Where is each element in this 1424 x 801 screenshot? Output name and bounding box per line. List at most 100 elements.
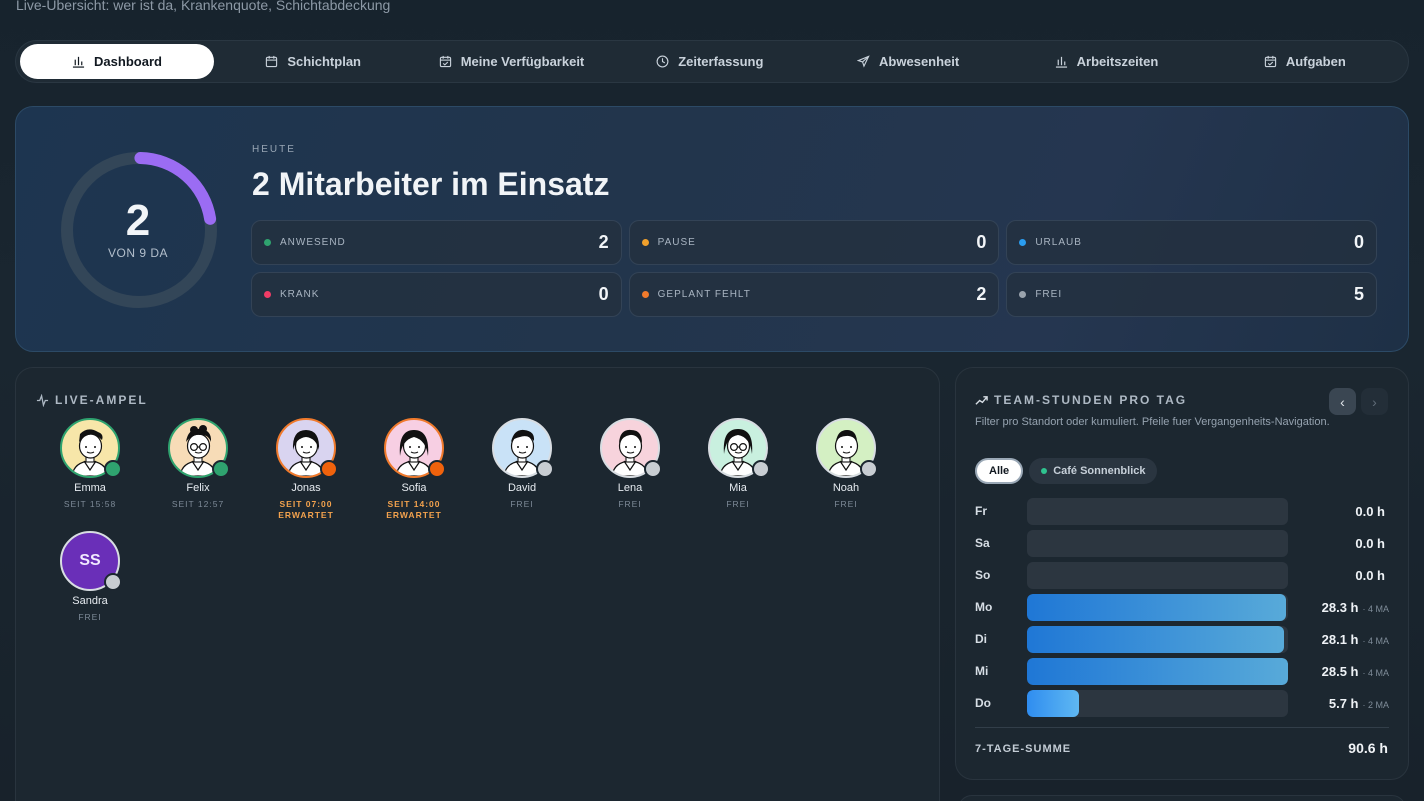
clock-icon [656,55,669,68]
person-status: SEIT 14:00 ERWARTET [386,499,442,520]
tab-label: Abwesenheit [879,54,960,69]
tab-schichtplan[interactable]: Schichtplan [214,44,412,79]
location-dot [1041,468,1048,474]
avatar [600,418,662,478]
team-hours-panel: TEAM-STUNDEN PRO TAG Filter pro Standort… [955,367,1409,780]
stat-geplant-fehlt: GEPLANT FEHLT 2 [628,272,1000,317]
person-mia[interactable]: Mia FREI [684,418,792,521]
avatar-initials: SS [79,552,101,569]
stat-value: 0 [976,232,987,252]
location-filters: Alle Café Sonnenblick [975,458,1158,484]
person-jonas[interactable]: Jonas SEIT 07:00 ERWARTET [252,418,360,521]
day-row: So 0.0 h [975,559,1389,591]
status-dot [641,291,649,298]
tab-abwesenheit[interactable]: Abwesenheit [809,44,1007,79]
stat-label: PAUSE [657,237,696,248]
stat-label: KRANK [280,289,320,300]
avatar [384,418,446,478]
status-dot [264,239,271,246]
person-sandra[interactable]: SS Sandra FREI [36,531,144,623]
stat-value: 0 [598,284,609,304]
people-grid: Emma SEIT 15:58 Felix SEIT 12:57 Jonas SEIT 0… [36,418,916,623]
stat-label: URLAUB [1035,237,1082,248]
tab-zeiterfassung[interactable]: Zeiterfassung [611,44,809,79]
person-lena[interactable]: Lena FREI [576,418,684,521]
hours-text: 0.0 h [1355,503,1385,519]
avatar: SS [60,531,122,591]
trending-up-icon [975,395,988,405]
person-noah[interactable]: Noah FREI [792,418,900,521]
hours-bar [1027,689,1080,717]
tab-label: Zeiterfassung [678,54,764,69]
filter-location[interactable]: Café Sonnenblick [1029,458,1158,484]
calendar-icon [265,55,278,68]
live-ampel-title-text: LIVE-AMPEL [55,393,148,407]
filter-label: Alle [989,465,1010,477]
stat-value: 5 [1353,284,1364,304]
stat-value: 0 [1353,232,1364,252]
person-david[interactable]: David FREI [468,418,576,521]
person-status: SEIT 07:00 ERWARTET [278,499,334,520]
hours-bar [1027,625,1285,653]
hours-bar [1027,593,1287,621]
hours-bar-track [1027,497,1288,525]
day-row: Sa 0.0 h [975,527,1389,559]
status-stats: ANWESEND 2 PAUSE 0 URLAUB 0 KRANK 0 GEPLANT FEHL… [251,220,1377,317]
tab-aufgaben[interactable]: Aufgaben [1206,44,1404,79]
person-status: FREI [618,499,642,509]
sum-value: 90.6 h [1348,740,1388,756]
team-hours-title-text: TEAM-STUNDEN PRO TAG [994,393,1188,407]
person-sofia[interactable]: Sofia SEIT 14:00 ERWARTET [360,418,468,521]
day-row: Mo 28.3 h · 4 MA [975,591,1389,623]
person-name: Sandra [72,595,108,607]
status-dot [1019,291,1027,298]
person-name: Emma [74,482,106,494]
tab-meine-verfügbarkeit[interactable]: Meine Verfügbarkeit [412,44,610,79]
stat-pause: PAUSE 0 [628,220,1000,265]
calendar-check-icon [1264,55,1277,68]
staff-count: · 2 MA [1362,699,1389,710]
tab-dashboard[interactable]: Dashboard [20,44,214,79]
stat-frei: FREI 5 [1006,272,1377,317]
staff-count: · 4 MA [1362,603,1389,614]
status-dot [641,239,649,246]
person-status: FREI [78,612,102,622]
day-row: Di 28.1 h · 4 MA [975,623,1389,655]
person-status: FREI [834,499,858,509]
stat-label: ANWESEND [280,237,346,248]
person-emma[interactable]: Emma SEIT 15:58 [36,418,144,521]
team-hours-bars: Fr 0.0 h Sa 0.0 h So 0.0 h Mo 28.3 h · 4 MA Di 28.… [975,495,1389,719]
person-status: FREI [726,499,750,509]
person-felix[interactable]: Felix SEIT 12:57 [144,418,252,521]
hours-text: 0.0 h [1355,535,1385,551]
plane-icon [857,55,870,68]
next-week-button[interactable]: › [1361,388,1388,415]
hours-bar-track [1027,593,1288,621]
person-name: Felix [186,482,210,494]
staff-count: · 4 MA [1362,635,1389,646]
prev-week-button[interactable]: ‹ [1329,388,1356,415]
hours-text: 28.5 h [1321,663,1359,679]
avatar [708,418,770,478]
stat-label: FREI [1035,289,1063,300]
status-indicator [320,460,338,478]
page-subtitle: Live-Übersicht: wer ist da, Krankenquote… [16,0,391,13]
divider [975,727,1389,728]
person-name: Sofia [401,482,427,494]
hours-value: 0.0 h [1288,536,1389,551]
hero-eyebrow: HEUTE [252,144,296,155]
hours-bar-track [1027,689,1288,717]
tab-label: Dashboard [94,54,162,69]
main-nav: Dashboard Schichtplan Meine Verfügbarkeit Z… [15,40,1409,83]
hero-title: 2 Mitarbeiter im Einsatz [252,166,610,202]
bar-chart-icon [72,55,85,68]
tab-label: Schichtplan [287,54,361,69]
filter-all[interactable]: Alle [975,458,1024,484]
avatar [168,418,230,478]
status-indicator [104,460,122,478]
status-indicator [104,573,122,591]
avatar [276,418,338,478]
day-label: Mo [975,600,993,614]
day-label: Mi [975,664,989,678]
tab-arbeitszeiten[interactable]: Arbeitszeiten [1007,44,1205,79]
